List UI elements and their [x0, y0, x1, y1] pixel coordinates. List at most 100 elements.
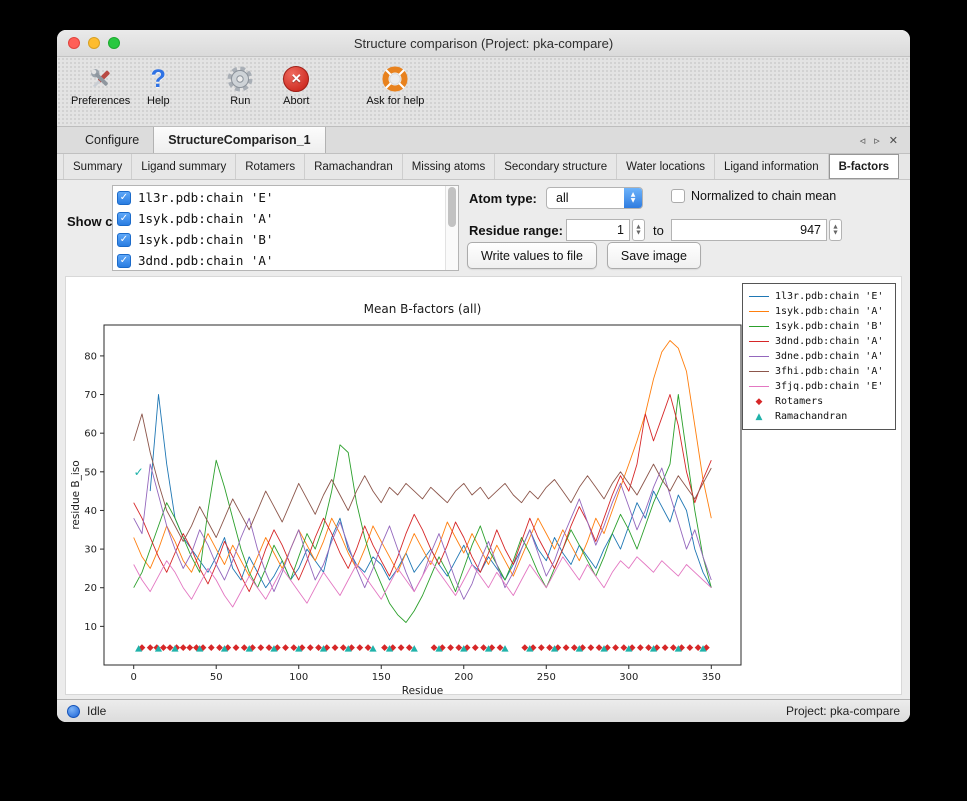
- chain-checkbox[interactable]: ✓: [117, 212, 131, 226]
- rotamer-marker: [147, 644, 154, 651]
- toolbar: Preferences ? Help Run ✕ Abort: [57, 57, 910, 127]
- subtab-missing-atoms[interactable]: Missing atoms: [403, 154, 496, 179]
- main-tab-nav: ◃ ▹ ✕: [848, 127, 910, 153]
- subtab-b-factors[interactable]: B-factors: [829, 154, 899, 179]
- legend-line-swatch: [749, 311, 769, 312]
- tab-scroll-right-icon[interactable]: ▹: [874, 134, 880, 147]
- triangle-marker-icon: ▲: [749, 412, 769, 422]
- preferences-label: Preferences: [71, 95, 130, 107]
- rotamer-marker: [612, 644, 619, 651]
- zoom-window-button[interactable]: [108, 37, 120, 49]
- tab-scroll-left-icon[interactable]: ◃: [860, 134, 866, 147]
- minimize-window-button[interactable]: [88, 37, 100, 49]
- tab-configure[interactable]: Configure: [71, 127, 153, 153]
- atom-type-select[interactable]: all ▲▼: [546, 187, 643, 209]
- legend-label: Ramachandran: [775, 411, 847, 422]
- abort-icon: ✕: [283, 66, 309, 92]
- legend-item: 1syk.pdb:chain 'A': [749, 304, 889, 319]
- preferences-button[interactable]: Preferences: [71, 63, 130, 107]
- tab-close-icon[interactable]: ✕: [889, 134, 898, 147]
- dropdown-arrows-icon: ▲▼: [624, 188, 642, 208]
- series-line-6: [134, 557, 712, 607]
- y-axis-label: residue B_iso: [70, 460, 82, 529]
- status-indicator-icon: [67, 705, 80, 718]
- axes-frame: [104, 325, 741, 665]
- chart-title: Mean B-factors (all): [364, 302, 482, 316]
- x-tick-label: 100: [289, 672, 308, 683]
- y-tick-label: 10: [84, 622, 97, 633]
- chain-checkbox[interactable]: ✓: [117, 191, 131, 205]
- legend-line-swatch: [749, 296, 769, 297]
- status-text: Idle: [87, 704, 106, 718]
- run-button[interactable]: Run: [212, 63, 268, 107]
- legend-item: ▲ Ramachandran: [749, 409, 889, 424]
- chain-label: 1syk.pdb:chain 'A': [138, 211, 273, 226]
- residue-range-to-input[interactable]: [671, 219, 827, 241]
- subtab-summary[interactable]: Summary: [63, 154, 132, 179]
- legend-item: 1syk.pdb:chain 'B': [749, 319, 889, 334]
- chain-checkbox[interactable]: ✓: [117, 233, 131, 247]
- series-line-1: [134, 341, 712, 577]
- window-title: Structure comparison (Project: pka-compa…: [354, 36, 613, 51]
- diamond-marker-icon: ◆: [749, 397, 769, 407]
- subtab-secondary-structure[interactable]: Secondary structure: [495, 154, 617, 179]
- chart-legend: 1l3r.pdb:chain 'E'1syk.pdb:chain 'A'1syk…: [742, 283, 896, 430]
- y-tick-label: 50: [84, 467, 97, 478]
- help-label: Help: [147, 95, 170, 107]
- help-button[interactable]: ? Help: [130, 63, 186, 107]
- main-tab-bar: Configure StructureComparison_1 ◃ ▹ ✕: [57, 127, 910, 154]
- series-line-0: [150, 395, 711, 588]
- subtab-rotamers[interactable]: Rotamers: [236, 154, 305, 179]
- ask-for-help-button[interactable]: Ask for help: [366, 63, 424, 107]
- y-tick-label: 60: [84, 429, 97, 440]
- x-axis-label: Residue: [402, 685, 443, 695]
- y-tick-label: 20: [84, 583, 97, 594]
- write-values-button[interactable]: Write values to file: [467, 242, 597, 269]
- legend-label: 3fjq.pdb:chain 'E': [775, 381, 883, 392]
- subtab-water-locations[interactable]: Water locations: [617, 154, 715, 179]
- status-bar: Idle Project: pka-compare: [57, 699, 910, 722]
- tab-structure-comparison-1[interactable]: StructureComparison_1: [153, 127, 325, 153]
- run-label: Run: [230, 95, 250, 107]
- subtab-ligand-summary[interactable]: Ligand summary: [132, 154, 236, 179]
- rotamer-marker: [186, 644, 193, 651]
- rotamer-marker: [282, 644, 289, 651]
- rotamer-marker: [233, 644, 240, 651]
- rotamer-marker: [472, 644, 479, 651]
- legend-line-swatch: [749, 386, 769, 387]
- lifering-icon: [381, 63, 409, 95]
- subtab-ramachandran[interactable]: Ramachandran: [305, 154, 403, 179]
- close-window-button[interactable]: [68, 37, 80, 49]
- chain-row[interactable]: ✓ 1l3r.pdb:chain 'E': [117, 187, 445, 208]
- rotamer-marker: [332, 644, 339, 651]
- abort-button[interactable]: ✕ Abort: [268, 63, 324, 107]
- normalized-checkbox-group[interactable]: Normalized to chain mean: [671, 189, 836, 203]
- series-line-4: [134, 464, 712, 599]
- chain-list-scrollbar[interactable]: [445, 186, 458, 270]
- rotamer-marker: [587, 644, 594, 651]
- chain-list: ✓ 1l3r.pdb:chain 'E' ✓ 1syk.pdb:chain 'A…: [112, 185, 459, 271]
- legend-label: 3dne.pdb:chain 'A': [775, 351, 883, 362]
- subtab-ligand-information[interactable]: Ligand information: [715, 154, 829, 179]
- tab-configure-label: Configure: [85, 133, 139, 147]
- residue-range-from-input[interactable]: [566, 219, 630, 241]
- app-window: Structure comparison (Project: pka-compa…: [57, 30, 910, 722]
- legend-label: 1syk.pdb:chain 'B': [775, 321, 883, 332]
- chain-row[interactable]: ✓ 1syk.pdb:chain 'B': [117, 229, 445, 250]
- chain-row[interactable]: ✓ 3dnd.pdb:chain 'A': [117, 250, 445, 271]
- x-tick-label: 50: [210, 672, 223, 683]
- rotamer-marker: [662, 644, 669, 651]
- save-image-button[interactable]: Save image: [607, 242, 701, 269]
- legend-line-swatch: [749, 341, 769, 342]
- rotamer-marker: [356, 644, 363, 651]
- chain-row[interactable]: ✓ 1syk.pdb:chain 'A': [117, 208, 445, 229]
- range-to-stepper[interactable]: ▲▼: [829, 219, 842, 241]
- x-tick-label: 200: [454, 672, 473, 683]
- range-from-stepper[interactable]: ▲▼: [632, 219, 645, 241]
- legend-item: ◆Rotamers: [749, 394, 889, 409]
- tools-icon: [87, 63, 115, 95]
- chain-checkbox[interactable]: ✓: [117, 254, 131, 268]
- legend-line-swatch: [749, 371, 769, 372]
- normalized-checkbox[interactable]: [671, 189, 685, 203]
- question-icon: ?: [151, 66, 166, 92]
